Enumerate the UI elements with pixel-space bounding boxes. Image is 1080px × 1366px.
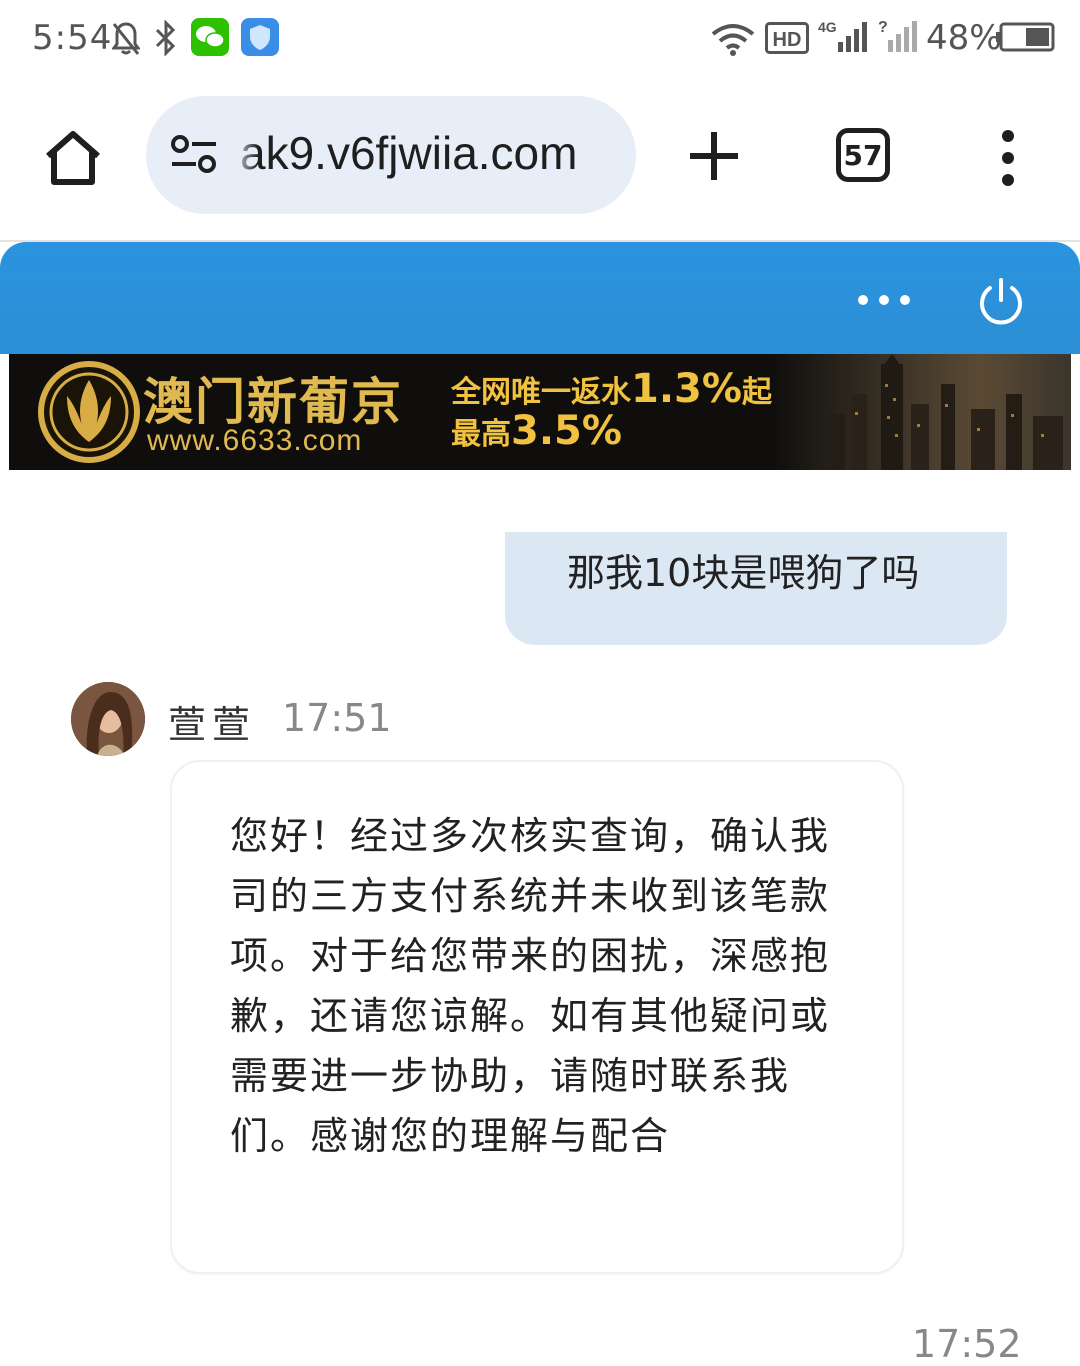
more-vert-icon (1002, 130, 1014, 186)
tune-icon[interactable] (170, 134, 218, 176)
outgoing-message-text: 那我10块是喂狗了吗 (567, 551, 920, 595)
banner-line-1-prefix: 全网唯一返水 (451, 375, 631, 410)
banner-line-1: 全网唯一返水1.3%起 (451, 366, 772, 412)
url-fade (232, 116, 258, 196)
battery-icon (996, 22, 1056, 56)
bluetooth-icon (153, 19, 179, 60)
sender-name: 萱萱 (168, 703, 257, 747)
battery-percent: 48% (926, 18, 1002, 58)
more-horiz-icon (858, 295, 910, 305)
tab-switcher-button[interactable]: 57 (836, 128, 890, 182)
chat-close-button[interactable] (976, 276, 1026, 326)
banner-line-1-value: 1.3% (631, 366, 742, 412)
browser-menu-button[interactable] (996, 128, 1020, 188)
home-icon (46, 131, 100, 185)
home-button[interactable] (40, 126, 106, 192)
city-skyline-image (771, 354, 1071, 470)
svg-text:HD: HD (773, 29, 802, 51)
avatar[interactable] (71, 682, 145, 756)
signal-unknown-icon: ? (878, 18, 918, 58)
banner-line-2-prefix: 最高 (451, 417, 511, 452)
signal-icon: 4G (818, 18, 870, 58)
banner-line-2-value: 3.5% (511, 408, 622, 454)
svg-text:4G: 4G (818, 19, 837, 35)
incoming-message-text: 您好！经过多次核实查询，确认我司的三方支付系统并未收到该笔款项。对于给您带来的困… (230, 814, 831, 1158)
svg-text:?: ? (878, 19, 888, 36)
power-icon (980, 278, 1022, 325)
banner-line-2: 最高3.5% (451, 408, 622, 454)
hd-badge: HD (765, 22, 809, 58)
ad-banner[interactable]: 澳门新葡京 www.6633.com 全网唯一返水1.3%起 最高3.5% (9, 354, 1071, 470)
new-tab-button[interactable] (688, 130, 740, 182)
chat-more-button[interactable] (856, 292, 912, 306)
outgoing-message-bubble[interactable]: 那我10块是喂狗了吗 (505, 532, 1007, 645)
url-text[interactable]: ak9.v6fjwiia.com (240, 126, 620, 180)
casino-logo-icon (37, 360, 141, 464)
address-bar[interactable]: ak9.v6fjwiia.com (146, 96, 636, 214)
wifi-icon (710, 22, 756, 60)
status-time: 5:54 (32, 18, 113, 58)
message-time: 17:51 (282, 696, 392, 740)
mute-bell-icon (111, 20, 141, 60)
next-message-time: 17:52 (912, 1322, 1022, 1366)
banner-url: www.6633.com (147, 424, 363, 457)
plus-icon (690, 132, 738, 180)
browser-toolbar: ak9.v6fjwiia.com 57 (0, 78, 1080, 240)
chat-header (0, 242, 1080, 354)
incoming-message-bubble[interactable]: 您好！经过多次核实查询，确认我司的三方支付系统并未收到该笔款项。对于给您带来的困… (170, 760, 904, 1274)
wechat-icon (191, 18, 229, 60)
status-bar: 5:54 HD 4G ? 48% (0, 0, 1080, 78)
banner-line-1-suffix: 起 (741, 375, 772, 410)
shield-icon (241, 18, 279, 60)
